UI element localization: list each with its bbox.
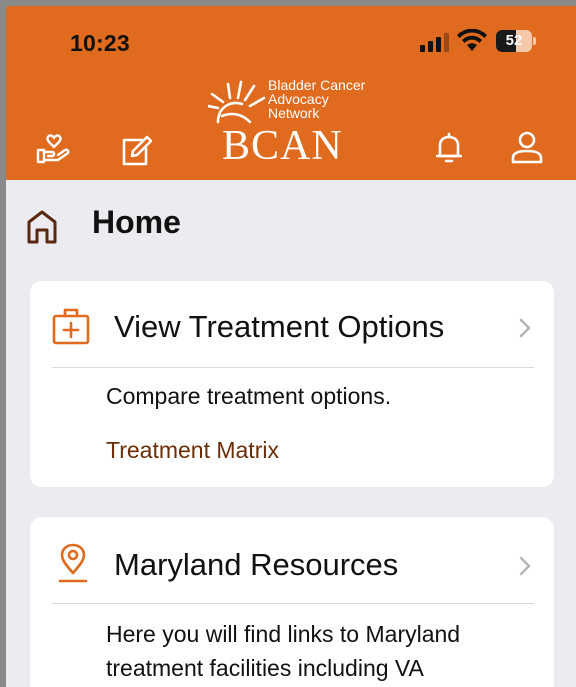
app-header: 10:23 52 Bladder Cancer Advocacy Network… bbox=[6, 6, 576, 180]
chevron-right-icon bbox=[519, 556, 531, 576]
home-icon bbox=[27, 210, 57, 244]
logo-tagline: Bladder Cancer Advocacy Network bbox=[268, 77, 366, 121]
bell-icon[interactable] bbox=[436, 132, 462, 164]
card-description: Here you will find links to Maryland tre… bbox=[106, 621, 461, 681]
chevron-right-icon bbox=[519, 318, 531, 338]
cellular-signal-icon bbox=[420, 33, 449, 52]
card-divider bbox=[52, 603, 534, 604]
page-header: Home bbox=[6, 196, 576, 256]
location-pin-icon bbox=[58, 543, 88, 583]
battery-icon: 52 bbox=[496, 30, 538, 52]
page-title: Home bbox=[92, 204, 181, 240]
card-title: Maryland Resources bbox=[114, 547, 399, 582]
treatment-matrix-link[interactable]: Treatment Matrix bbox=[106, 437, 279, 464]
card-treatment-options: View Treatment Options Compare treatment… bbox=[30, 281, 554, 487]
battery-level: 52 bbox=[505, 32, 523, 49]
edit-icon[interactable] bbox=[118, 134, 152, 168]
status-time: 10:23 bbox=[70, 30, 130, 56]
card-header[interactable]: Maryland Resources bbox=[30, 517, 554, 603]
logo-wordmark: BCAN bbox=[222, 123, 343, 169]
status-bar: 10:23 52 bbox=[6, 6, 576, 76]
bcan-logo: Bladder Cancer Advocacy Network BCAN bbox=[202, 76, 402, 169]
profile-icon[interactable] bbox=[510, 130, 544, 164]
wifi-icon bbox=[457, 29, 487, 51]
card-header[interactable]: View Treatment Options bbox=[30, 281, 554, 367]
card-maryland-resources: Maryland Resources Here you will find li… bbox=[30, 517, 554, 687]
medical-kit-icon bbox=[52, 308, 90, 345]
app-screen: 10:23 52 Bladder Cancer Advocacy Network… bbox=[6, 6, 576, 687]
card-divider bbox=[52, 367, 534, 368]
sunburst-logo-icon bbox=[208, 80, 266, 124]
card-description: Compare treatment options. bbox=[106, 383, 392, 409]
donate-icon[interactable] bbox=[36, 134, 72, 166]
card-title: View Treatment Options bbox=[114, 309, 445, 344]
